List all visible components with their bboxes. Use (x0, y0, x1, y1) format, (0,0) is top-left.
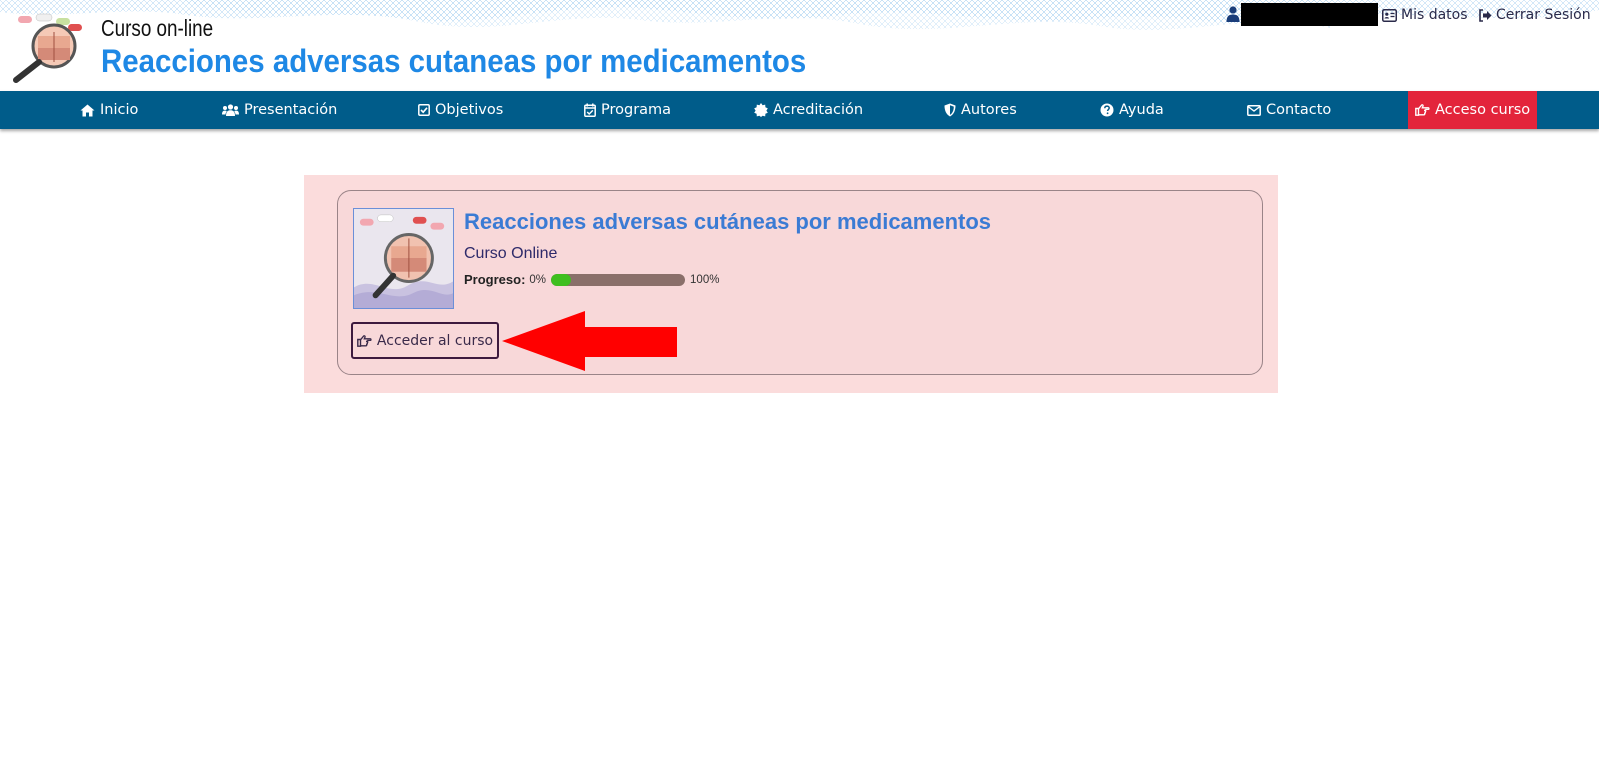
nav-item-acceso-curso[interactable]: Acceso curso (1408, 91, 1538, 129)
certificate-icon (754, 103, 768, 117)
nav-item-ayuda[interactable]: Ayuda (1100, 91, 1164, 129)
nav-item-objetivos[interactable]: Objetivos (418, 91, 503, 129)
home-icon (80, 104, 95, 116)
course-title[interactable]: Reacciones adversas cutáneas por medicam… (464, 209, 991, 235)
cerrar-sesion-link[interactable]: Cerrar Sesión (1478, 7, 1591, 23)
progress-bar (551, 273, 686, 286)
nav-item-autores[interactable]: Autores (944, 91, 1017, 129)
redacted-username (1241, 3, 1378, 26)
calendar-check-icon (584, 103, 596, 117)
nav-label: Acceso curso (1435, 102, 1531, 118)
nav-item-acreditacion[interactable]: Acreditación (754, 91, 863, 129)
hand-point-right-icon (1415, 104, 1430, 116)
id-card-icon (1382, 8, 1397, 22)
hand-point-right-icon (357, 334, 372, 347)
nav-label: Programa (601, 102, 672, 118)
nav-item-inicio[interactable]: Inicio (80, 91, 138, 129)
course-logo (13, 13, 82, 83)
progress-min: 0% (529, 273, 547, 286)
site-kicker: Curso on-line (101, 15, 214, 41)
shield-icon (944, 103, 956, 117)
nav-label: Objetivos (435, 102, 504, 118)
site-title: Reacciones adversas cutaneas por medicam… (101, 43, 807, 79)
nav-item-programa[interactable]: Programa (584, 91, 671, 129)
nav-item-contacto[interactable]: Contacto (1247, 91, 1331, 129)
nav-label: Contacto (1266, 102, 1332, 118)
cerrar-sesion-label: Cerrar Sesión (1496, 7, 1591, 23)
nav-label: Presentación (244, 102, 338, 118)
nav-label: Acreditación (773, 102, 864, 118)
mis-datos-link[interactable]: Mis datos (1382, 7, 1468, 23)
progress-max: 100% (690, 273, 720, 286)
progress-label: Progreso: (464, 272, 526, 287)
question-circle-icon (1100, 103, 1114, 117)
acceder-al-curso-button[interactable]: Acceder al curso (351, 322, 499, 359)
course-list-panel: Reacciones adversas cutáneas por medicam… (304, 175, 1278, 393)
main-nav: Inicio Presentación Objetivos Programa A… (0, 91, 1599, 129)
site-header: Curso on-line Reacciones adversas cutane… (0, 0, 1599, 91)
check-square-icon (418, 104, 430, 116)
sign-out-icon (1479, 8, 1492, 22)
acceder-label: Acceder al curso (376, 332, 494, 349)
red-pointer-arrow (502, 311, 677, 371)
progress-row: Progreso: 0% 100% (464, 272, 719, 287)
nav-label: Ayuda (1119, 102, 1164, 118)
mis-datos-label: Mis datos (1401, 7, 1468, 23)
progress-fill (551, 273, 572, 286)
course-subtitle: Curso Online (464, 245, 558, 262)
envelope-icon (1247, 104, 1261, 116)
course-thumbnail (353, 208, 454, 309)
nav-item-presentacion[interactable]: Presentación (222, 91, 337, 129)
users-icon (222, 104, 239, 116)
course-card: Reacciones adversas cutáneas por medicam… (337, 190, 1263, 375)
nav-label: Inicio (100, 102, 139, 118)
user-icon (1226, 6, 1240, 22)
nav-label: Autores (961, 102, 1017, 118)
